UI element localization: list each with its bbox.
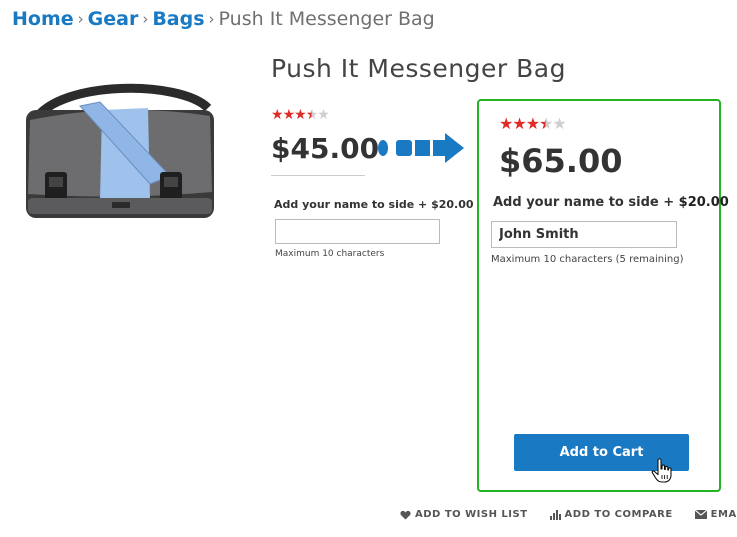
rating-stars: ★★★★★ xyxy=(499,114,567,133)
option-label-text: Add your name to side + xyxy=(493,195,675,210)
breadcrumb-separator: › xyxy=(77,10,84,28)
heart-icon xyxy=(400,510,411,520)
breadcrumb-home[interactable]: Home xyxy=(12,8,74,30)
add-to-compare-link[interactable]: ADD TO COMPARE xyxy=(549,509,673,520)
star-icon: ★ xyxy=(512,114,526,133)
star-icon: ★ xyxy=(282,107,296,123)
star-icon: ★ xyxy=(539,114,553,133)
rating-stars: ★★★★★ xyxy=(271,107,330,123)
name-input-note-after: Maximum 10 characters (5 remaining) xyxy=(491,254,684,265)
star-icon: ★ xyxy=(305,107,319,123)
breadcrumb-bags[interactable]: Bags xyxy=(152,8,204,30)
option-surcharge: $20.00 xyxy=(678,195,729,210)
messenger-bag-photo xyxy=(26,83,214,218)
star-icon: ★ xyxy=(317,107,330,123)
star-icon: ★ xyxy=(271,107,284,123)
bar-chart-icon xyxy=(549,509,561,520)
name-option-label-before: Add your name to side + $20.00 xyxy=(274,198,474,211)
star-icon: ★ xyxy=(499,114,513,133)
product-title: Push It Messenger Bag xyxy=(271,54,566,83)
email-label: EMAIL xyxy=(710,509,737,520)
price-divider xyxy=(271,175,365,176)
name-input-after[interactable] xyxy=(491,221,677,248)
star-icon: ★ xyxy=(552,114,566,133)
breadcrumb: Home › Gear › Bags › Push It Messenger Bag xyxy=(12,8,435,30)
breadcrumb-current: Push It Messenger Bag xyxy=(218,8,435,30)
wishlist-label: ADD TO WISH LIST xyxy=(415,509,528,520)
envelope-icon xyxy=(694,510,707,519)
product-social-links: ADD TO WISH LIST ADD TO COMPARE EMAIL xyxy=(400,509,737,520)
compare-label: ADD TO COMPARE xyxy=(564,509,673,520)
hand-cursor-icon xyxy=(650,458,674,488)
email-link[interactable]: EMAIL xyxy=(694,509,737,520)
name-input-note-before: Maximum 10 characters xyxy=(275,249,385,259)
add-to-wishlist-link[interactable]: ADD TO WISH LIST xyxy=(400,509,528,520)
product-image[interactable] xyxy=(20,80,220,220)
breadcrumb-separator: › xyxy=(208,10,215,28)
star-icon: ★ xyxy=(525,114,540,133)
name-option-label-after: Add your name to side + $20.00 xyxy=(493,195,729,210)
star-icon: ★ xyxy=(294,107,307,123)
name-input-before[interactable] xyxy=(275,219,440,244)
breadcrumb-separator: › xyxy=(142,10,149,28)
product-price-after: $65.00 xyxy=(499,142,623,180)
breadcrumb-gear[interactable]: Gear xyxy=(88,8,139,30)
arrow-right-icon xyxy=(376,130,466,170)
product-price-before: $45.00 xyxy=(271,132,380,165)
